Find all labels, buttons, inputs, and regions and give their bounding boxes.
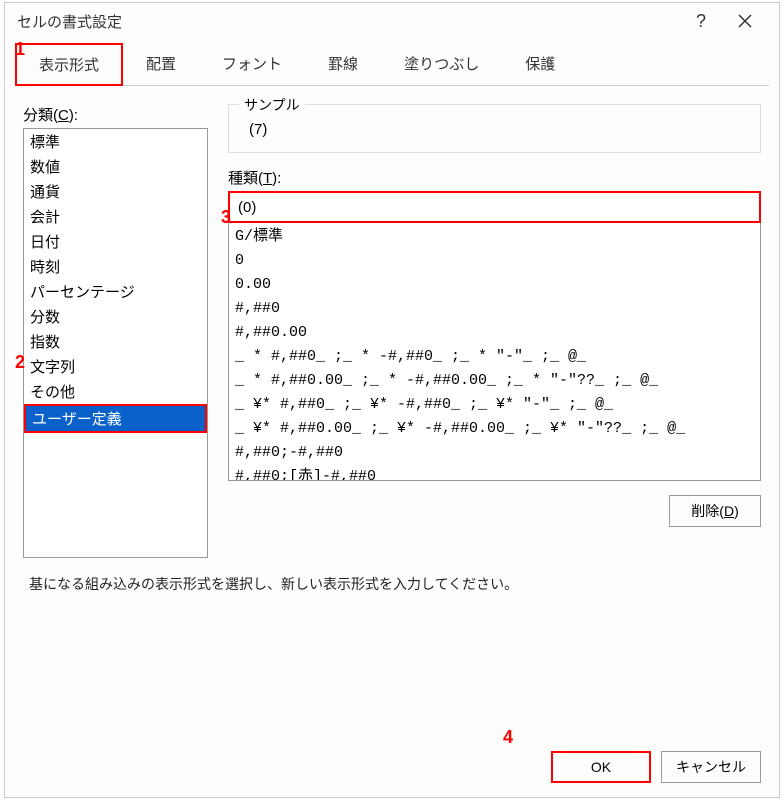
sample-value: (7) [243,115,746,138]
tab-fill[interactable]: 塗りつぶし [381,43,502,86]
type-format-item[interactable]: _ * #,##0_ ;_ * -#,##0_ ;_ * "-"_ ;_ @_ [235,345,754,369]
category-item[interactable]: 指数 [24,329,207,354]
tab-number[interactable]: 表示形式 [15,43,123,86]
delete-button[interactable]: 削除(D) [669,495,761,527]
sample-label: サンプル [239,95,305,115]
cancel-button[interactable]: キャンセル [661,751,761,783]
tab-alignment[interactable]: 配置 [123,43,199,86]
category-item[interactable]: 標準 [24,129,207,154]
tab-font[interactable]: フォント [199,43,305,86]
type-format-item[interactable]: #,##0;-#,##0 [235,441,754,465]
category-list[interactable]: 標準数値通貨会計日付時刻パーセンテージ分数指数文字列その他ユーザー定義 [23,128,208,558]
category-item[interactable]: ユーザー定義 [24,404,207,433]
dialog-footer: OK キャンセル [551,751,761,783]
dialog-title: セルの書式設定 [17,11,122,32]
type-format-item[interactable]: 0 [235,249,754,273]
category-label: 分類(C): [23,104,208,125]
category-item[interactable]: 時刻 [24,254,207,279]
category-item[interactable]: 会計 [24,204,207,229]
category-item[interactable]: 分数 [24,304,207,329]
category-item[interactable]: 通貨 [24,179,207,204]
type-format-list[interactable]: G/標準00.00#,##0#,##0.00_ * #,##0_ ;_ * -#… [228,223,761,481]
category-item[interactable]: 数値 [24,154,207,179]
type-format-item[interactable]: _ ¥* #,##0_ ;_ ¥* -#,##0_ ;_ ¥* "-"_ ;_ … [235,393,754,417]
tab-border[interactable]: 罫線 [305,43,381,86]
type-format-item[interactable]: _ ¥* #,##0.00_ ;_ ¥* -#,##0.00_ ;_ ¥* "-… [235,417,754,441]
type-format-item[interactable]: #,##0 [235,297,754,321]
callout-2: 2 [15,352,25,373]
hint-text: 基になる組み込みの表示形式を選択し、新しい表示形式を入力してください。 [5,558,779,594]
help-icon: ? [696,11,706,32]
title-bar: セルの書式設定 ? [5,3,779,39]
help-button[interactable]: ? [679,6,723,36]
close-button[interactable] [723,6,767,36]
type-format-item[interactable]: G/標準 [235,225,754,249]
close-icon [738,14,752,28]
type-format-item[interactable]: 0.00 [235,273,754,297]
type-label: 種類(T): [228,167,761,188]
callout-1: 1 [15,39,25,60]
category-item[interactable]: 文字列 [24,354,207,379]
type-format-item[interactable]: _ * #,##0.00_ ;_ * -#,##0.00_ ;_ * "-"??… [235,369,754,393]
category-item[interactable]: 日付 [24,229,207,254]
category-item[interactable]: その他 [24,379,207,404]
tab-strip: 表示形式 配置 フォント 罫線 塗りつぶし 保護 [15,43,769,86]
ok-button[interactable]: OK [551,751,651,783]
format-cells-dialog: セルの書式設定 ? 1 2 3 4 表示形式 配置 フォント 罫線 塗りつぶし … [4,2,780,798]
callout-3: 3 [221,207,231,228]
category-item[interactable]: パーセンテージ [24,279,207,304]
type-format-item[interactable]: #,##0;[赤]-#,##0 [235,465,754,481]
type-format-item[interactable]: #,##0.00 [235,321,754,345]
sample-group: サンプル (7) [228,104,761,153]
tab-protection[interactable]: 保護 [502,43,578,86]
callout-4: 4 [503,727,513,748]
type-input[interactable] [228,191,761,223]
